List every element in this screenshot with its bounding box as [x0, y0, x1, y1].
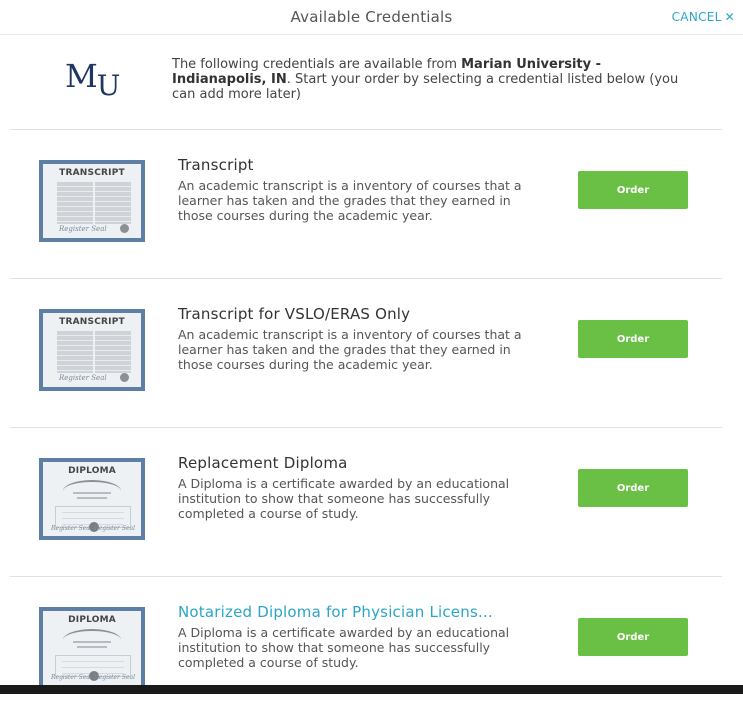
- credential-description: An academic transcript is a inventory of…: [178, 327, 522, 372]
- credential-description: A Diploma is a certificate awarded by an…: [178, 476, 510, 521]
- credential-title: Transcript for VSLO/ERAS Only: [178, 305, 411, 323]
- seal-icon: [120, 224, 129, 233]
- credential-description: An academic transcript is a inventory of…: [178, 178, 522, 223]
- diploma-thumbnail: DIPLOMA Register Seal Register Seal: [39, 607, 145, 689]
- credential-item-replacement-diploma: DIPLOMA Register Seal Register Seal Repl…: [10, 428, 722, 577]
- bottom-bar: [0, 685, 743, 694]
- credential-item-transcript: TRANSCRIPT Register Seal Transcript An a…: [10, 130, 722, 279]
- transcript-thumbnail: TRANSCRIPT Register Seal: [39, 160, 145, 242]
- cancel-label: CANCEL: [671, 10, 722, 24]
- credential-description: A Diploma is a certificate awarded by an…: [178, 625, 510, 670]
- cancel-button[interactable]: CANCEL ✕: [672, 10, 735, 24]
- university-logo: MU: [65, 57, 120, 102]
- intro-section: MU The following credentials are availab…: [10, 35, 722, 130]
- seal-icon: [120, 373, 129, 382]
- credential-title: Transcript: [178, 156, 254, 174]
- order-button[interactable]: Order: [578, 469, 688, 507]
- order-button[interactable]: Order: [578, 171, 688, 209]
- credential-title: Replacement Diploma: [178, 454, 348, 472]
- credential-item-notarized-diploma: DIPLOMA Register Seal Register Seal Nota…: [10, 577, 722, 725]
- diploma-thumbnail: DIPLOMA Register Seal Register Seal: [39, 458, 145, 540]
- transcript-thumbnail: TRANSCRIPT Register Seal: [39, 309, 145, 391]
- modal-title: Available Credentials: [290, 8, 453, 26]
- order-button[interactable]: Order: [578, 618, 688, 656]
- modal-header: Available Credentials CANCEL ✕: [0, 0, 743, 35]
- order-button[interactable]: Order: [578, 320, 688, 358]
- credential-title-link[interactable]: Notarized Diploma for Physician Licens..…: [178, 603, 493, 621]
- intro-text: The following credentials are available …: [172, 57, 679, 102]
- credential-item-transcript-vslo: TRANSCRIPT Register Seal Transcript for …: [10, 279, 722, 428]
- close-icon: ✕: [724, 10, 735, 24]
